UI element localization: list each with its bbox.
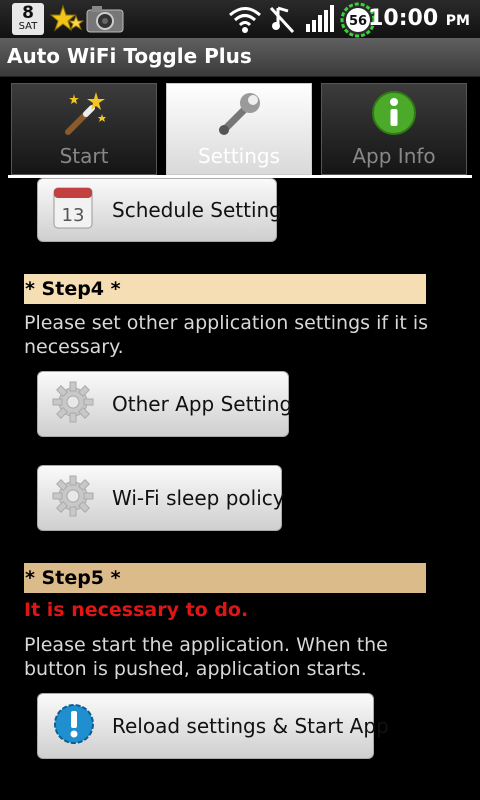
- tab-settings[interactable]: Settings: [166, 83, 312, 175]
- calendar-weekday: SAT: [18, 21, 38, 32]
- schedule-setting-button[interactable]: 13 Schedule Setting: [37, 178, 282, 242]
- status-bar: 8 SAT 56 10:00 PM: [0, 0, 480, 38]
- app-title: Auto WiFi Toggle Plus: [7, 44, 252, 68]
- battery-level: 56: [349, 14, 367, 29]
- calendar-icon: 8 SAT: [12, 3, 44, 35]
- clock: 10:00 PM: [368, 6, 470, 31]
- calendar-day: 8: [22, 3, 34, 23]
- magic-wand-icon: [60, 90, 108, 142]
- camera-icon: [86, 4, 124, 38]
- reload-start-app-button[interactable]: Reload settings & Start App: [37, 693, 389, 759]
- step5-description: Please start the application. When the b…: [24, 634, 388, 680]
- wifi-sleep-policy-button[interactable]: Wi-Fi sleep policy: [37, 465, 285, 531]
- star-app-icon: [49, 4, 85, 40]
- reload-start-app-label: Reload settings & Start App: [112, 714, 389, 738]
- wifi-sleep-policy-label: Wi-Fi sleep policy: [112, 486, 285, 510]
- mute-icon: [268, 4, 296, 38]
- schedule-setting-label: Schedule Setting: [112, 198, 282, 222]
- tab-bar: Start Settings App Info: [0, 77, 480, 178]
- gear-icon: [52, 381, 94, 427]
- step5-warning: It is necessary to do.: [24, 599, 249, 621]
- wifi-icon: [228, 4, 262, 38]
- gear-icon: [52, 475, 94, 521]
- step4-description: Please set other application settings if…: [24, 312, 429, 358]
- clock-ampm: PM: [445, 13, 470, 29]
- wrench-icon: [214, 90, 264, 144]
- tab-app-info[interactable]: App Info: [321, 83, 467, 175]
- signal-icon: [304, 4, 336, 38]
- clock-time: 10:00: [368, 6, 439, 31]
- calendar-13-icon: 13: [52, 186, 94, 234]
- app-title-bar: Auto WiFi Toggle Plus: [0, 38, 480, 77]
- step4-header: * Step4 *: [24, 274, 426, 304]
- tab-app-info-label: App Info: [352, 144, 436, 168]
- tab-settings-label: Settings: [197, 144, 281, 168]
- step5-header: * Step5 *: [24, 563, 426, 593]
- info-icon: [371, 90, 417, 140]
- other-app-setting-button[interactable]: Other App Setting: [37, 371, 293, 437]
- alert-icon: [52, 702, 96, 750]
- tab-start[interactable]: Start: [11, 83, 157, 175]
- svg-text:13: 13: [62, 205, 85, 226]
- other-app-setting-label: Other App Setting: [112, 392, 293, 416]
- tab-start-label: Start: [59, 144, 109, 168]
